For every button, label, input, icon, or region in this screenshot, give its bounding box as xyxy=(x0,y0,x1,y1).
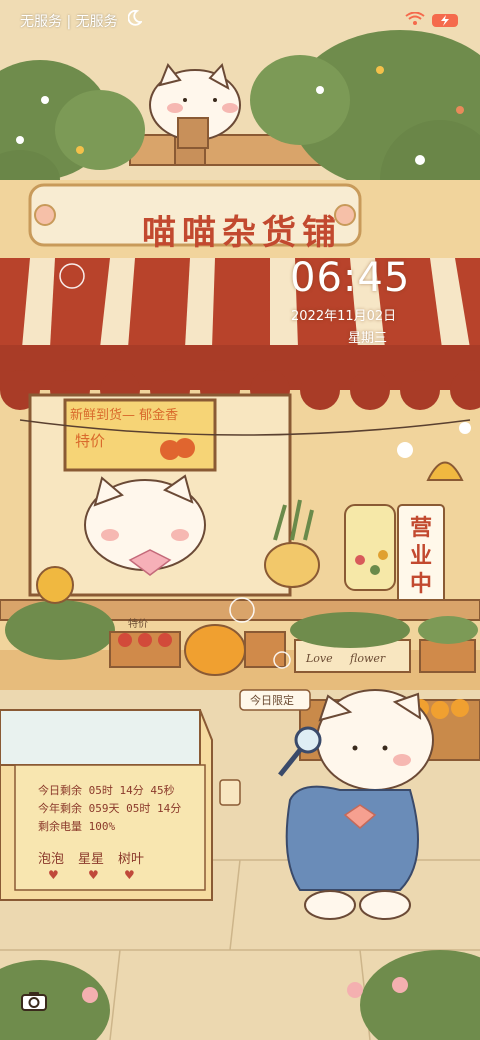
shop-sign-text: 喵喵杂货铺 xyxy=(142,213,342,253)
camera-icon[interactable] xyxy=(20,990,48,1012)
label-stars: 星星 xyxy=(78,852,105,867)
label-leaves: 树叶 xyxy=(118,852,145,867)
chalkboard-line-1: 新鲜到货— 郁金香 xyxy=(70,408,179,423)
moon-icon xyxy=(127,9,143,30)
wifi-icon xyxy=(405,11,425,30)
charging-battery-icon xyxy=(432,14,458,27)
lock-screen-date: 2022年11月02日 xyxy=(291,309,397,324)
chalkboard-line-2: 特价 xyxy=(75,432,106,450)
year-remaining-text: 今年剩余 059天 05时 14分 xyxy=(38,802,182,815)
lock-screen-clock: 06:45 xyxy=(290,255,411,301)
lock-screen-weekday: 星期三 xyxy=(348,331,388,346)
today-limited-sign: 今日限定 xyxy=(250,694,294,707)
status-bar: 无服务 | 无服务 xyxy=(0,0,480,40)
label-bubbles: 泡泡 xyxy=(38,852,65,867)
open-sign-text: 营业中 xyxy=(409,516,432,597)
heart-icon[interactable]: ♥ xyxy=(88,868,99,882)
price-tag-text: 特价 xyxy=(128,619,148,630)
battery-remaining-text: 剩余电量 100% xyxy=(38,820,116,833)
heart-icon[interactable]: ♥ xyxy=(124,868,135,882)
carrier-status-text: 无服务 | 无服务 xyxy=(20,14,118,30)
heart-icon[interactable]: ♥ xyxy=(48,868,59,882)
crate-label-love: Love xyxy=(306,652,333,665)
crate-label-flower: flower xyxy=(350,652,386,665)
day-remaining-text: 今日剩余 05时 14分 45秒 xyxy=(38,784,175,797)
